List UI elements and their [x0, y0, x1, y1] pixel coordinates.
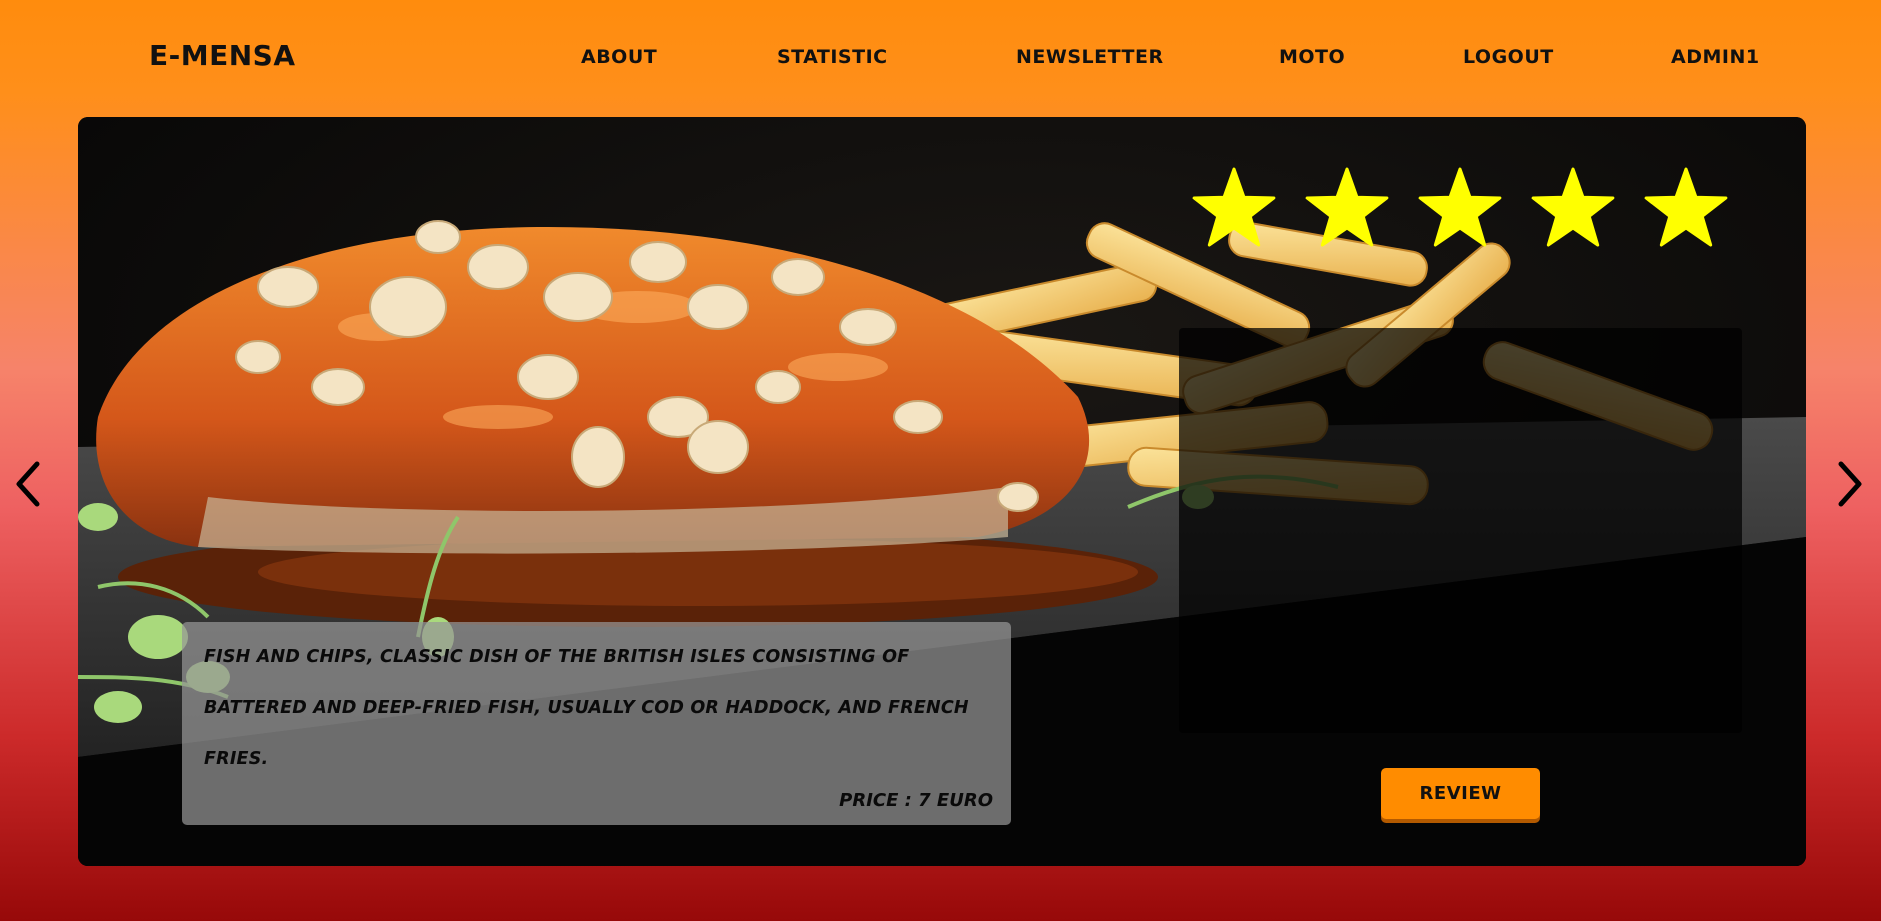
navbar: E-MENSA ABOUT STATISTIC NEWSLETTER MOTO …: [0, 0, 1881, 116]
meal-description: FISH AND CHIPS, CLASSIC DISH OF THE BRIT…: [204, 647, 969, 769]
nav-link-admin[interactable]: ADMIN1: [1671, 44, 1760, 70]
chevron-right-icon[interactable]: [1829, 458, 1869, 510]
star-rating[interactable]: [1188, 167, 1768, 257]
star-icon[interactable]: [1305, 167, 1389, 247]
nav-link-moto[interactable]: MOTO: [1279, 44, 1345, 70]
star-icon[interactable]: [1644, 167, 1728, 247]
meal-description-card: FISH AND CHIPS, CLASSIC DISH OF THE BRIT…: [182, 622, 1011, 825]
nav-link-logout[interactable]: LOGOUT: [1463, 44, 1554, 70]
star-icon[interactable]: [1192, 167, 1276, 247]
meal-carousel: REVIEW FISH AND CHIPS, CLASSIC DISH OF T…: [78, 117, 1806, 866]
nav-link-about[interactable]: ABOUT: [581, 44, 657, 70]
review-panel: [1179, 328, 1742, 733]
nav-link-newsletter[interactable]: NEWSLETTER: [1016, 44, 1164, 70]
brand-logo[interactable]: E-MENSA: [149, 36, 296, 76]
nav-link-statistic[interactable]: STATISTIC: [777, 44, 888, 70]
star-icon[interactable]: [1418, 167, 1502, 247]
star-icon[interactable]: [1531, 167, 1615, 247]
meal-price: PRICE : 7 EURO: [839, 790, 993, 811]
review-button[interactable]: REVIEW: [1381, 768, 1540, 819]
chevron-left-icon[interactable]: [9, 458, 49, 510]
